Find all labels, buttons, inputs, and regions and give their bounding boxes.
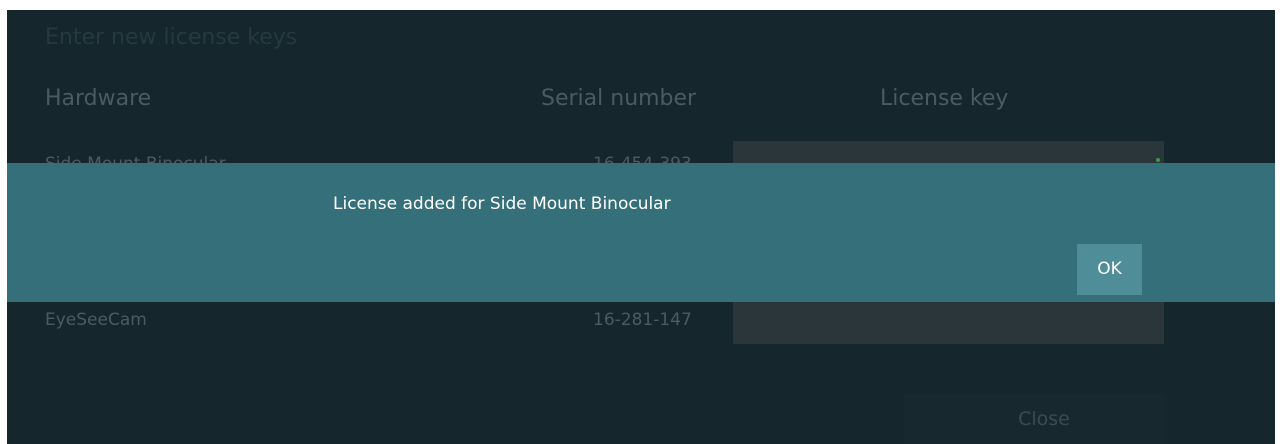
column-header-license-key: License key [880,86,1009,111]
message-text: License added for Side Mount Binocular [333,194,671,214]
column-header-hardware: Hardware [45,86,152,111]
row-hardware-name: EyeSeeCam [45,310,147,330]
valid-indicator-icon [1156,158,1160,162]
dialog-title: Enter new license keys [45,25,298,50]
ok-button[interactable]: OK [1077,244,1142,295]
message-overlay: License added for Side Mount Binocular O… [7,163,1275,302]
license-dialog: Enter new license keys Hardware Serial n… [7,10,1275,444]
column-header-serial: Serial number [541,86,697,111]
row-serial-number: 16-281-147 [593,310,692,330]
license-key-input[interactable] [733,297,1164,344]
screen: Enter new license keys Hardware Serial n… [0,0,1282,444]
close-button[interactable]: Close [904,394,1164,444]
